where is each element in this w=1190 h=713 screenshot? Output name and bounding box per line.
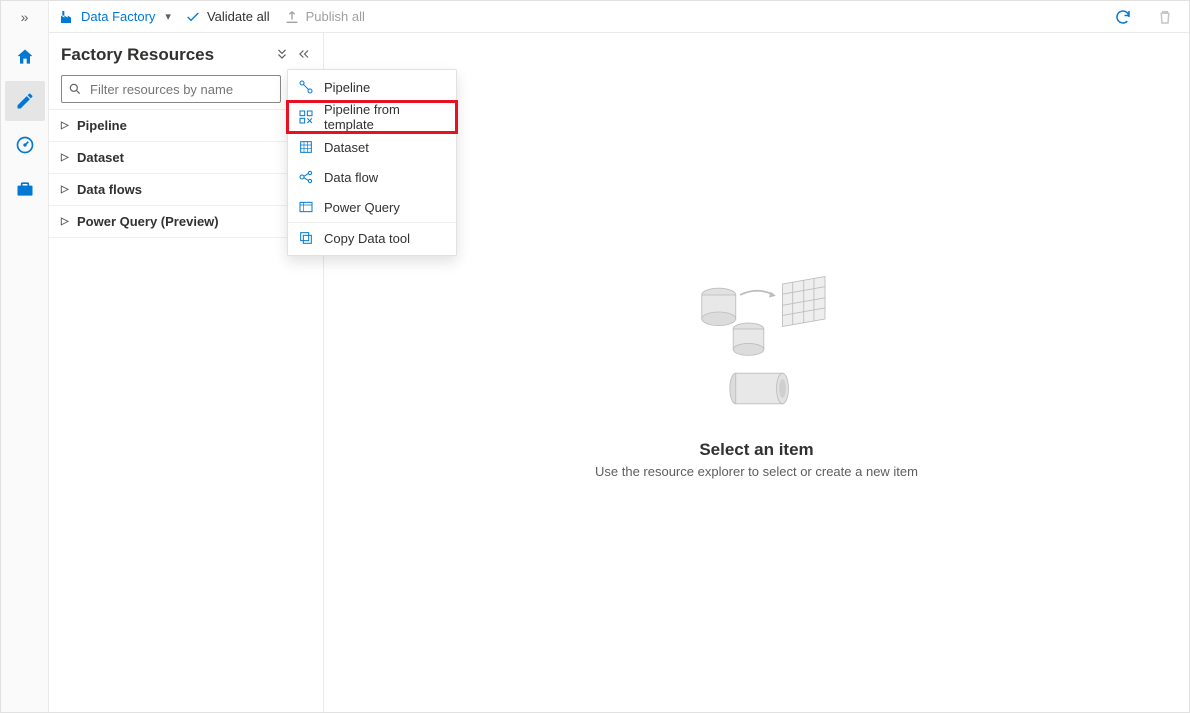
add-resource-menu: Pipeline Pipeline from template Dataset …	[287, 69, 457, 256]
caret-right-icon: ▷	[61, 216, 69, 227]
search-input[interactable]	[88, 81, 274, 98]
menu-item-dataflow[interactable]: Data flow	[288, 162, 456, 192]
refresh-button[interactable]	[1109, 3, 1137, 31]
menu-item-pipeline[interactable]: Pipeline	[288, 72, 456, 102]
pencil-icon	[15, 91, 35, 111]
rail-author-button[interactable]	[5, 81, 45, 121]
resource-sidebar: Factory Resources	[49, 33, 324, 712]
validate-label: Validate all	[207, 9, 270, 24]
tree-item-pipeline[interactable]: ▷ Pipeline	[49, 110, 323, 142]
expand-rail-button[interactable]: »	[5, 5, 45, 29]
menu-label: Dataset	[324, 140, 369, 155]
refresh-icon	[1114, 8, 1132, 26]
tree-label: Data flows	[77, 182, 142, 197]
menu-label: Copy Data tool	[324, 231, 410, 246]
search-icon	[68, 82, 82, 96]
menu-label: Pipeline	[324, 80, 370, 95]
check-icon	[185, 9, 201, 25]
caret-right-icon: ▷	[61, 152, 69, 163]
rail-manage-button[interactable]	[5, 169, 45, 209]
tree-item-dataflows[interactable]: ▷ Data flows	[49, 174, 323, 206]
double-chevron-down-icon	[275, 47, 289, 61]
publish-all-button: Publish all	[284, 9, 365, 25]
sidebar-title: Factory Resources	[61, 45, 275, 65]
trash-icon	[1156, 8, 1174, 26]
collapse-panel-button[interactable]	[297, 47, 311, 64]
body-split: Factory Resources	[49, 33, 1189, 712]
caret-right-icon: ▷	[61, 120, 69, 131]
menu-label: Pipeline from template	[324, 102, 446, 132]
factory-icon	[59, 9, 75, 25]
menu-label: Power Query	[324, 200, 400, 215]
template-icon	[298, 109, 314, 125]
breadcrumb-label: Data Factory	[81, 9, 155, 24]
dataflow-icon	[298, 169, 314, 185]
main-area: Data Factory ▾ Validate all Publish all	[49, 1, 1189, 712]
double-chevron-left-icon	[297, 47, 311, 61]
chevron-down-icon: ▾	[165, 10, 171, 23]
pipeline-icon	[298, 79, 314, 95]
home-icon	[15, 47, 35, 67]
menu-label: Data flow	[324, 170, 378, 185]
top-toolbar: Data Factory ▾ Validate all Publish all	[49, 1, 1189, 33]
rail-home-button[interactable]	[5, 37, 45, 77]
gauge-icon	[15, 135, 35, 155]
resource-search-box[interactable]	[61, 75, 281, 103]
menu-item-powerquery[interactable]: Power Query	[288, 192, 456, 222]
validate-all-button[interactable]: Validate all	[185, 9, 270, 25]
dataset-icon	[298, 139, 314, 155]
tree-label: Power Query (Preview)	[77, 214, 219, 229]
powerquery-icon	[298, 199, 314, 215]
empty-subtitle: Use the resource explorer to select or c…	[595, 464, 918, 479]
upload-icon	[284, 9, 300, 25]
menu-item-dataset[interactable]: Dataset	[288, 132, 456, 162]
breadcrumb[interactable]: Data Factory ▾	[59, 9, 171, 25]
left-rail: »	[1, 1, 49, 712]
caret-right-icon: ▷	[61, 184, 69, 195]
toolbox-icon	[15, 179, 35, 199]
resource-tree: ▷ Pipeline ▷ Dataset ▷ Data flows ▷ Powe…	[49, 109, 323, 238]
empty-illustration	[672, 266, 842, 426]
menu-item-pipeline-from-template[interactable]: Pipeline from template	[288, 102, 456, 132]
copy-icon	[298, 230, 314, 246]
collapse-all-button[interactable]	[275, 47, 289, 64]
rail-monitor-button[interactable]	[5, 125, 45, 165]
empty-title: Select an item	[699, 440, 813, 460]
publish-label: Publish all	[306, 9, 365, 24]
menu-item-copy-data-tool[interactable]: Copy Data tool	[288, 223, 456, 253]
tree-label: Dataset	[77, 150, 124, 165]
tree-label: Pipeline	[77, 118, 127, 133]
discard-button	[1151, 3, 1179, 31]
tree-item-powerquery[interactable]: ▷ Power Query (Preview)	[49, 206, 323, 238]
tree-item-dataset[interactable]: ▷ Dataset	[49, 142, 323, 174]
